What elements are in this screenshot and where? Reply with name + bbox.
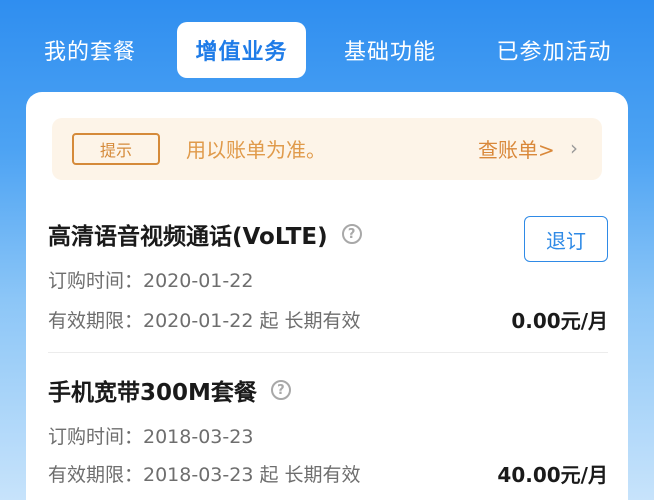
notice-badge: 提示: [72, 133, 160, 165]
monthly-price: 40.00元/月: [497, 463, 608, 487]
service-title-row: 手机宽带300M套餐 ?: [48, 372, 291, 408]
tab-joined-activities[interactable]: 已参加活动: [478, 22, 630, 78]
help-icon[interactable]: ?: [270, 380, 291, 400]
unsubscribe-button[interactable]: 退订: [524, 216, 608, 262]
service-title-row: 高清语音视频通话(VoLTE) ?: [48, 216, 362, 252]
tab-value-added[interactable]: 增值业务: [177, 22, 306, 78]
notice-banner: 提示 用以账单为准。 查账单> ›: [52, 118, 602, 180]
divider: [48, 352, 608, 353]
services-card: 提示 用以账单为准。 查账单> › 高清语音视频通话(VoLTE) ? 退订 订…: [26, 92, 628, 500]
chevron-right-icon[interactable]: ›: [570, 136, 578, 160]
order-time: 订购时间：2020-01-22: [48, 270, 254, 292]
service-item-broadband: 手机宽带300M套餐 ? 订购时间：2018-03-23 有效期限：2018-0…: [48, 372, 608, 492]
validity-period: 有效期限：2018-03-23 起 长期有效: [48, 464, 361, 486]
help-icon[interactable]: ?: [341, 224, 362, 244]
monthly-price: 0.00元/月: [511, 309, 608, 333]
service-item-volte: 高清语音视频通话(VoLTE) ? 退订 订购时间：2020-01-22 有效期…: [48, 216, 608, 336]
service-title: 手机宽带300M套餐: [48, 380, 257, 406]
service-title: 高清语音视频通话(VoLTE): [48, 224, 328, 250]
validity-period: 有效期限：2020-01-22 起 长期有效: [48, 310, 361, 332]
order-time: 订购时间：2018-03-23: [48, 426, 254, 448]
tab-basic-functions[interactable]: 基础功能: [325, 22, 455, 78]
tab-bar: 我的套餐 增值业务 基础功能 已参加活动: [0, 0, 654, 92]
tab-my-plan[interactable]: 我的套餐: [22, 22, 158, 78]
notice-text: 用以账单为准。: [186, 138, 326, 162]
view-bill-link[interactable]: 查账单>: [478, 134, 555, 163]
